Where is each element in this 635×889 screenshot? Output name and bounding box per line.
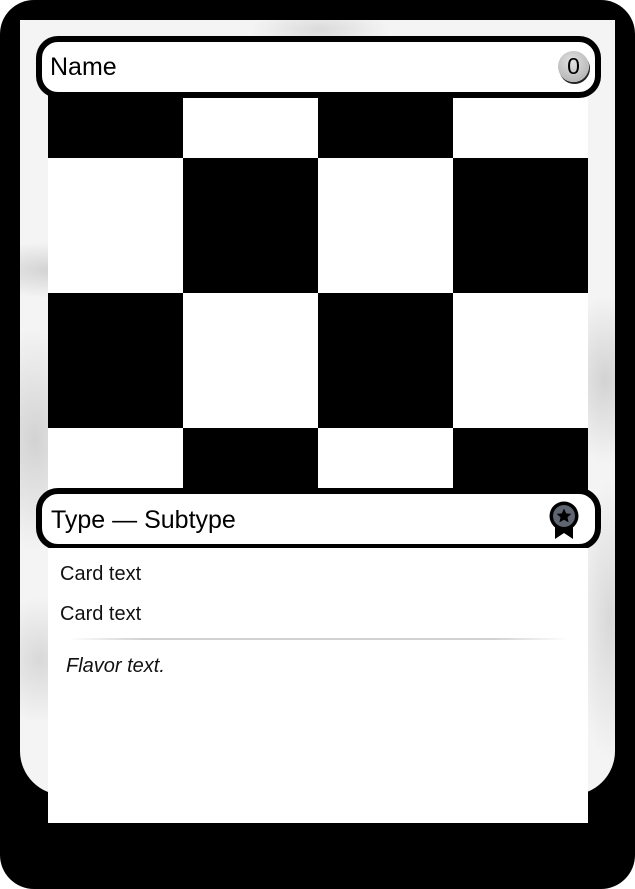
art-tile bbox=[318, 90, 453, 158]
art-tile bbox=[453, 158, 588, 293]
name-bar: Name 0 bbox=[38, 38, 599, 96]
card: Name 0 Type — Subtype Card text Card tex… bbox=[0, 0, 635, 889]
award-ribbon-icon bbox=[547, 500, 581, 540]
art-tile bbox=[183, 293, 318, 428]
art-tile bbox=[48, 158, 183, 293]
flavor-divider bbox=[68, 638, 568, 640]
art-tile bbox=[318, 293, 453, 428]
flavor-text: Flavor text. bbox=[66, 655, 165, 677]
art-tile bbox=[318, 158, 453, 293]
art-tile bbox=[48, 90, 183, 158]
art-tile bbox=[183, 90, 318, 158]
art-tile bbox=[183, 158, 318, 293]
art-tile bbox=[48, 293, 183, 428]
type-line: Type — Subtype bbox=[51, 506, 236, 534]
art-tile bbox=[453, 293, 588, 428]
rules-text-line: Card text bbox=[60, 563, 142, 585]
type-bar: Type — Subtype bbox=[38, 490, 599, 548]
art-tile bbox=[453, 90, 588, 158]
mana-cost: 0 bbox=[558, 51, 589, 82]
text-box: Card text Card text Flavor text. bbox=[48, 548, 588, 823]
card-art bbox=[48, 90, 588, 500]
card-name: Name bbox=[50, 53, 117, 81]
rules-text-line: Card text bbox=[60, 603, 142, 625]
